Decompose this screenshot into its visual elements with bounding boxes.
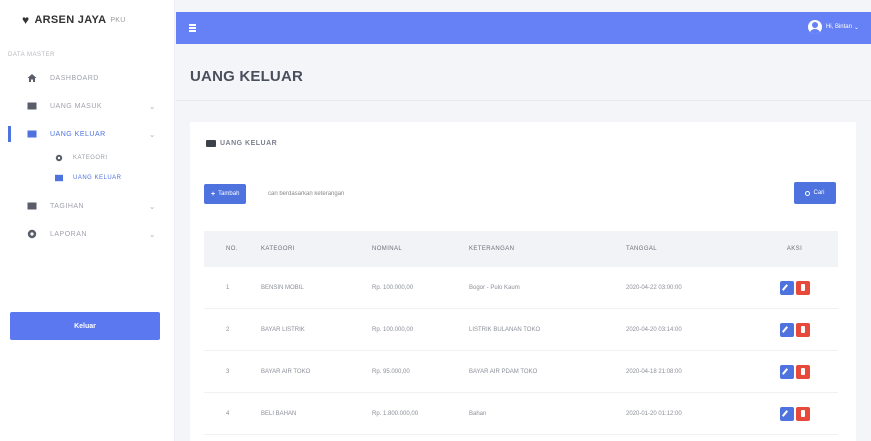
gear-icon	[55, 154, 63, 162]
sidebar-subitem-label: KATEGORI	[73, 155, 108, 161]
cell-keterangan: LISTRIK BULANAN TOKO	[469, 326, 541, 333]
sidebar-item-dashboard[interactable]: DASHBOARD	[0, 64, 174, 92]
search-input[interactable]	[260, 184, 792, 204]
cell-nominal: Rp. 1.800.000,00	[372, 410, 419, 417]
table-header: NO. KATEGORI NOMINAL KETERANGAN TANGGAL …	[204, 231, 838, 267]
topbar: Hi, Bintan ⌄	[176, 12, 871, 44]
hamburger-menu-icon[interactable]	[189, 24, 196, 32]
sidebar-subitem-uang-keluar[interactable]: UANG KELUAR	[0, 168, 174, 188]
user-greeting: Hi, Bintan	[825, 24, 852, 30]
cell-keterangan: Bogor - Pulo Kaum	[469, 284, 520, 291]
table-row: 2 BAYAR LISTRIK Rp. 100.000,00 LISTRIK B…	[204, 309, 838, 351]
brand-name: ARSEN JAYA	[34, 14, 107, 26]
cell-aksi	[751, 322, 838, 337]
cell-aksi	[751, 406, 838, 421]
cell-no: 4	[226, 410, 230, 417]
sidebar-subitem-label: UANG KELUAR	[73, 175, 122, 181]
header-nominal: NOMINAL	[372, 246, 403, 252]
cell-no: 2	[226, 326, 230, 333]
delete-button[interactable]	[795, 406, 810, 421]
folder-icon	[27, 102, 37, 110]
add-button[interactable]: + Tambah	[204, 184, 247, 204]
sidebar-subitem-kategori[interactable]: KATEGORI	[0, 148, 174, 168]
plus-icon: +	[211, 190, 216, 198]
avatar	[807, 20, 822, 34]
chevron-down-icon: ⌄	[148, 130, 156, 139]
chevron-down-icon: ⌄	[148, 202, 156, 211]
header-aksi: AKSI	[786, 246, 803, 252]
cell-tanggal: 2020-04-22 03:00:00	[626, 284, 682, 291]
cell-kategori: BELI BAHAN	[261, 410, 297, 417]
cell-nominal: Rp. 100.000,00	[372, 326, 414, 333]
header-no: NO.	[226, 246, 238, 252]
cell-no: 3	[226, 368, 230, 375]
cell-no: 1	[226, 284, 230, 291]
table-row: 3 BAYAR AIR TOKO Rp. 95.000,00 BAYAR AIR…	[204, 351, 838, 393]
cell-kategori: BAYAR LISTRIK	[261, 326, 305, 333]
chevron-down-icon: ⌄	[853, 24, 859, 31]
sidebar-item-label: TAGIHAN	[50, 202, 85, 210]
header-kategori: KATEGORI	[261, 246, 295, 252]
delete-button[interactable]	[795, 280, 810, 295]
gear-icon	[27, 229, 37, 239]
cell-tanggal: 2020-04-18 21:08:00	[626, 368, 682, 375]
sidebar-item-tagihan[interactable]: TAGIHAN ⌄	[0, 192, 174, 220]
active-indicator	[8, 126, 11, 142]
content-card: UANG KELUAR + Tambah Cari NO. KATEGORI N…	[190, 122, 856, 441]
folder-icon	[27, 130, 37, 138]
table-icon	[55, 174, 63, 182]
search-button-label: Cari	[813, 190, 825, 196]
card-title-label: UANG KELUAR	[220, 140, 278, 147]
sidebar-item-laporan[interactable]: LAPORAN ⌄	[0, 220, 174, 248]
search-icon	[805, 190, 811, 196]
folder-icon	[27, 202, 37, 210]
cell-aksi	[751, 280, 838, 295]
cell-keterangan: BAYAR AIR PDAM TOKO	[469, 368, 538, 375]
home-icon	[27, 74, 37, 82]
edit-button[interactable]	[779, 280, 794, 295]
chevron-down-icon: ⌄	[148, 230, 156, 239]
table-icon	[206, 140, 216, 147]
sidebar-item-label: DASHBOARD	[50, 74, 99, 82]
chevron-down-icon: ⌄	[148, 102, 156, 111]
cell-aksi	[751, 364, 838, 379]
add-button-label: Tambah	[218, 191, 240, 197]
edit-button[interactable]	[779, 406, 794, 421]
sidebar-item-uang-masuk[interactable]: UANG MASUK ⌄	[0, 92, 174, 120]
cell-kategori: BAYAR AIR TOKO	[261, 368, 311, 375]
cell-tanggal: 2020-04-20 03:14:00	[626, 326, 682, 333]
cell-kategori: BENSIN MOBIL	[261, 284, 304, 291]
delete-button[interactable]	[795, 322, 810, 337]
user-menu[interactable]: Hi, Bintan ⌄	[807, 20, 859, 34]
search-button[interactable]: Cari	[794, 182, 836, 204]
card-title: UANG KELUAR	[206, 140, 277, 147]
edit-button[interactable]	[779, 322, 794, 337]
sidebar-item-label: LAPORAN	[50, 230, 87, 238]
cell-tanggal: 2020-01-20 01:12:00	[626, 410, 682, 417]
header-tanggal: TANGGAL	[626, 246, 658, 252]
sidebar: ♥ ARSEN JAYA PKU DATA MASTER DASHBOARD U…	[0, 0, 175, 441]
heart-logo-icon: ♥	[22, 13, 30, 27]
section-label: DATA MASTER	[8, 52, 55, 58]
sidebar-item-uang-keluar[interactable]: UANG KELUAR ⌄	[0, 120, 174, 148]
table-row: 4 BELI BAHAN Rp. 1.800.000,00 Bahan 2020…	[204, 393, 838, 435]
logout-button[interactable]: Keluar	[10, 312, 160, 340]
expense-table: NO. KATEGORI NOMINAL KETERANGAN TANGGAL …	[204, 231, 838, 435]
page-title: UANG KELUAR	[190, 68, 304, 85]
brand-suffix: PKU	[110, 16, 126, 24]
cell-nominal: Rp. 95.000,00	[372, 368, 410, 375]
cell-nominal: Rp. 100.000,00	[372, 284, 414, 291]
cell-keterangan: Bahan	[469, 410, 487, 417]
divider	[176, 100, 871, 101]
delete-button[interactable]	[795, 364, 810, 379]
sidebar-item-label: UANG KELUAR	[50, 130, 106, 138]
header-keterangan: KETERANGAN	[469, 246, 515, 252]
edit-button[interactable]	[779, 364, 794, 379]
table-row: 1 BENSIN MOBIL Rp. 100.000,00 Bogor - Pu…	[204, 267, 838, 309]
brand[interactable]: ♥ ARSEN JAYA PKU	[0, 0, 174, 40]
sidebar-item-label: UANG MASUK	[50, 102, 103, 110]
